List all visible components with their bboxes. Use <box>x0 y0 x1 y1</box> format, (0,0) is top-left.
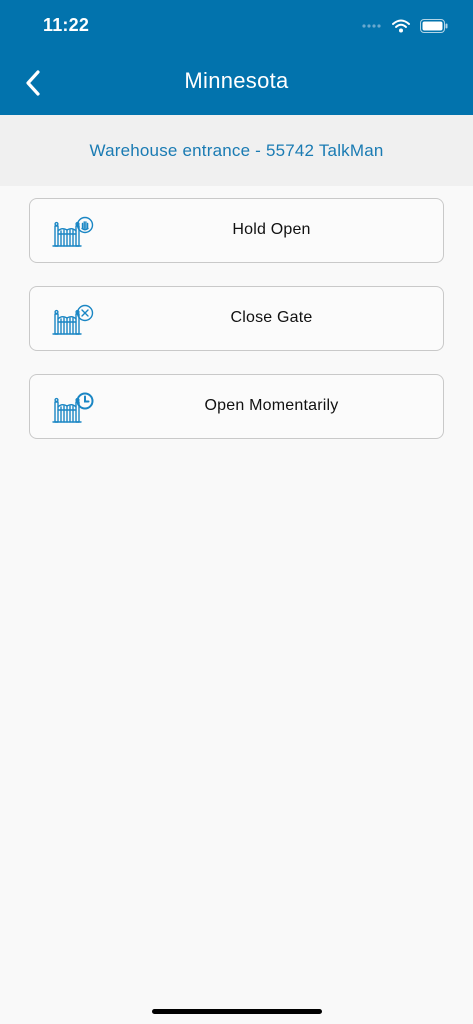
gate-close-icon <box>52 304 94 335</box>
gate-timer-icon <box>52 392 94 423</box>
hold-open-label: Hold Open <box>232 221 311 238</box>
app-header: 11:22 Minnesota <box>0 0 473 115</box>
close-gate-button[interactable]: Close Gate <box>29 286 444 351</box>
cell-signal-icon <box>362 24 381 28</box>
home-indicator[interactable] <box>152 1009 322 1014</box>
battery-icon <box>420 19 448 33</box>
gate-actions-list: Hold Open Close Gate Open Momentarily <box>29 198 444 462</box>
hold-open-button[interactable]: Hold Open <box>29 198 444 263</box>
page-title: Minnesota <box>184 68 289 93</box>
wifi-icon <box>392 19 410 33</box>
status-bar: 11:22 <box>0 0 473 52</box>
open-momentarily-label: Open Momentarily <box>204 397 339 414</box>
device-name: Warehouse entrance - 55742 TalkMan <box>89 141 384 160</box>
close-gate-label: Close Gate <box>230 309 313 326</box>
open-momentarily-button[interactable]: Open Momentarily <box>29 374 444 439</box>
status-icons <box>362 16 448 36</box>
status-time: 11:22 <box>43 15 90 35</box>
gate-hold-icon <box>52 216 94 247</box>
